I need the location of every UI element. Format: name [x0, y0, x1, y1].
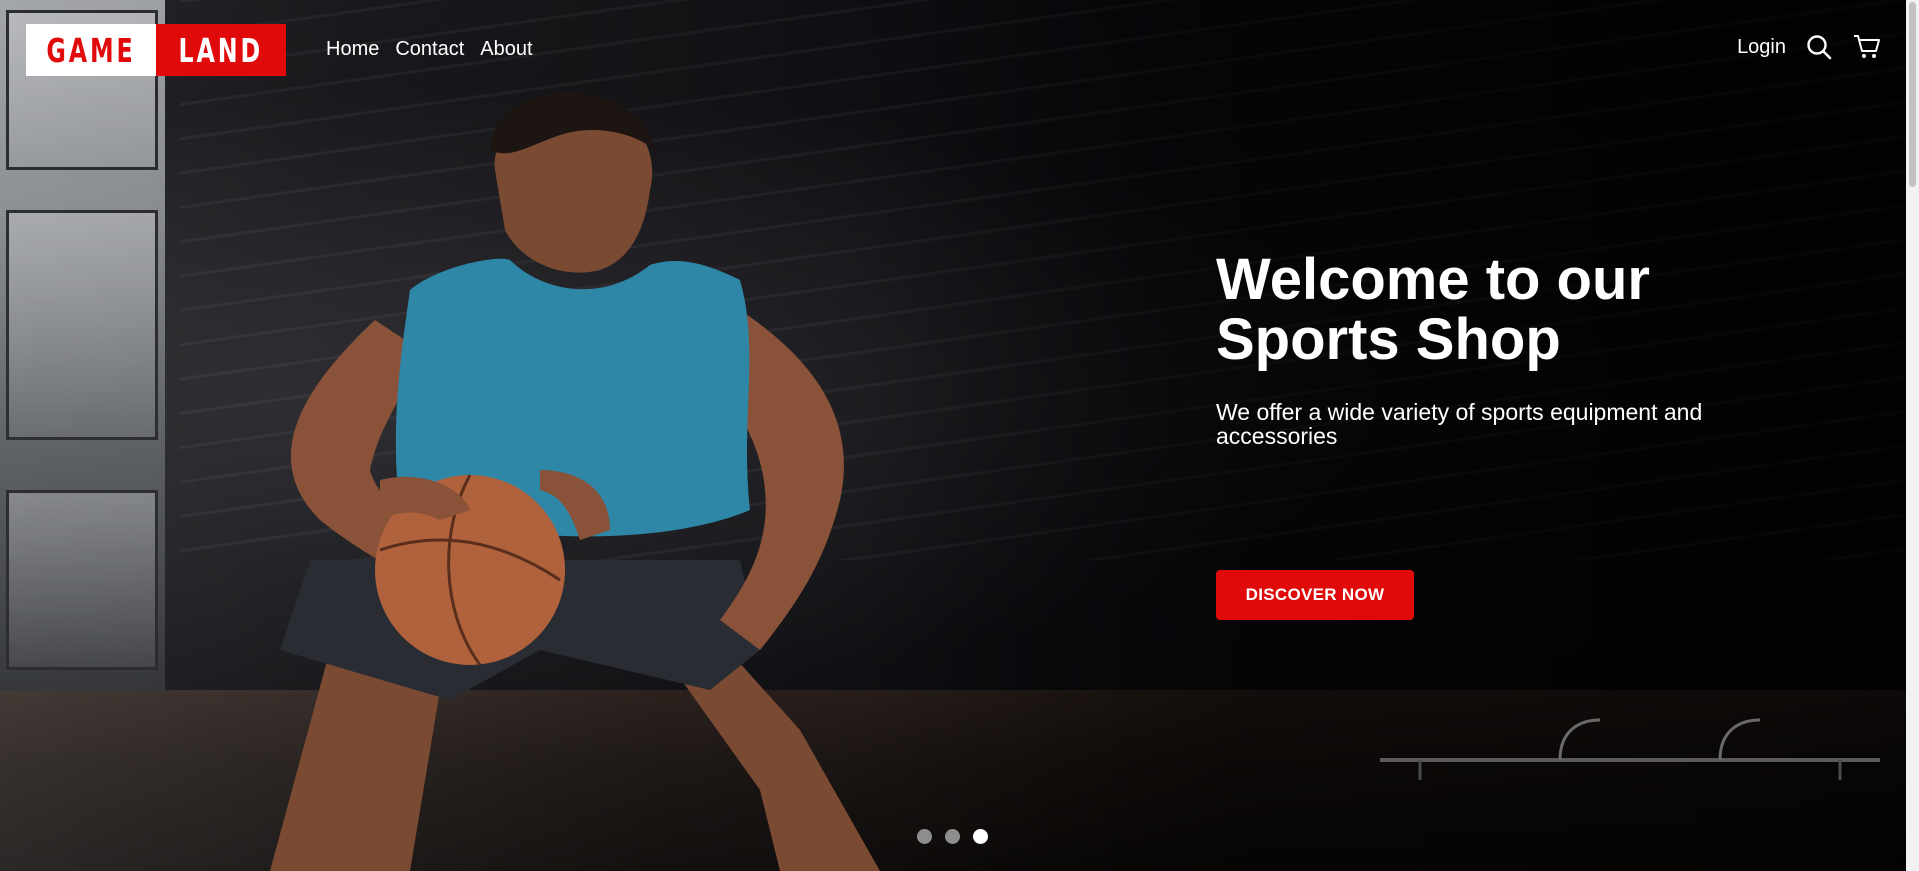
basketball-player-image — [270, 92, 880, 871]
carousel-dot-2[interactable] — [945, 829, 960, 844]
carousel-dot-1[interactable] — [917, 829, 932, 844]
hero-title-line1: Welcome to our — [1216, 247, 1650, 312]
hero-title: Welcome to our Sports Shop — [1216, 250, 1736, 370]
scrollbar-thumb[interactable] — [1909, 2, 1916, 187]
nav-home[interactable]: Home — [326, 38, 379, 61]
nav-contact[interactable]: Contact — [395, 38, 464, 61]
carousel-indicators — [917, 829, 988, 844]
cart-icon[interactable] — [1852, 32, 1882, 62]
page-scrollbar[interactable] — [1906, 0, 1919, 871]
site-logo[interactable]: GAME LAND — [26, 24, 286, 76]
page: GAME LAND Home Contact About Login Welco… — [0, 0, 1906, 871]
site-header: GAME LAND Home Contact About Login — [0, 0, 1906, 100]
logo-land: LAND — [156, 24, 286, 76]
login-link[interactable]: Login — [1737, 36, 1786, 59]
hero-title-line2: Sports Shop — [1216, 307, 1561, 372]
header-actions: Login — [1737, 32, 1882, 62]
hero-subtitle: We offer a wide variety of sports equipm… — [1216, 399, 1703, 449]
carousel-dot-3[interactable] — [973, 829, 988, 844]
search-icon[interactable] — [1804, 32, 1834, 62]
main-nav: Home Contact About — [326, 38, 533, 61]
discover-now-button[interactable]: DISCOVER NOW — [1216, 570, 1414, 620]
nav-about[interactable]: About — [480, 38, 532, 61]
hero-text: Welcome to our Sports Shop We offer a wi… — [1216, 250, 1736, 449]
logo-game: GAME — [26, 24, 156, 76]
court-bench-image — [1380, 718, 1880, 780]
